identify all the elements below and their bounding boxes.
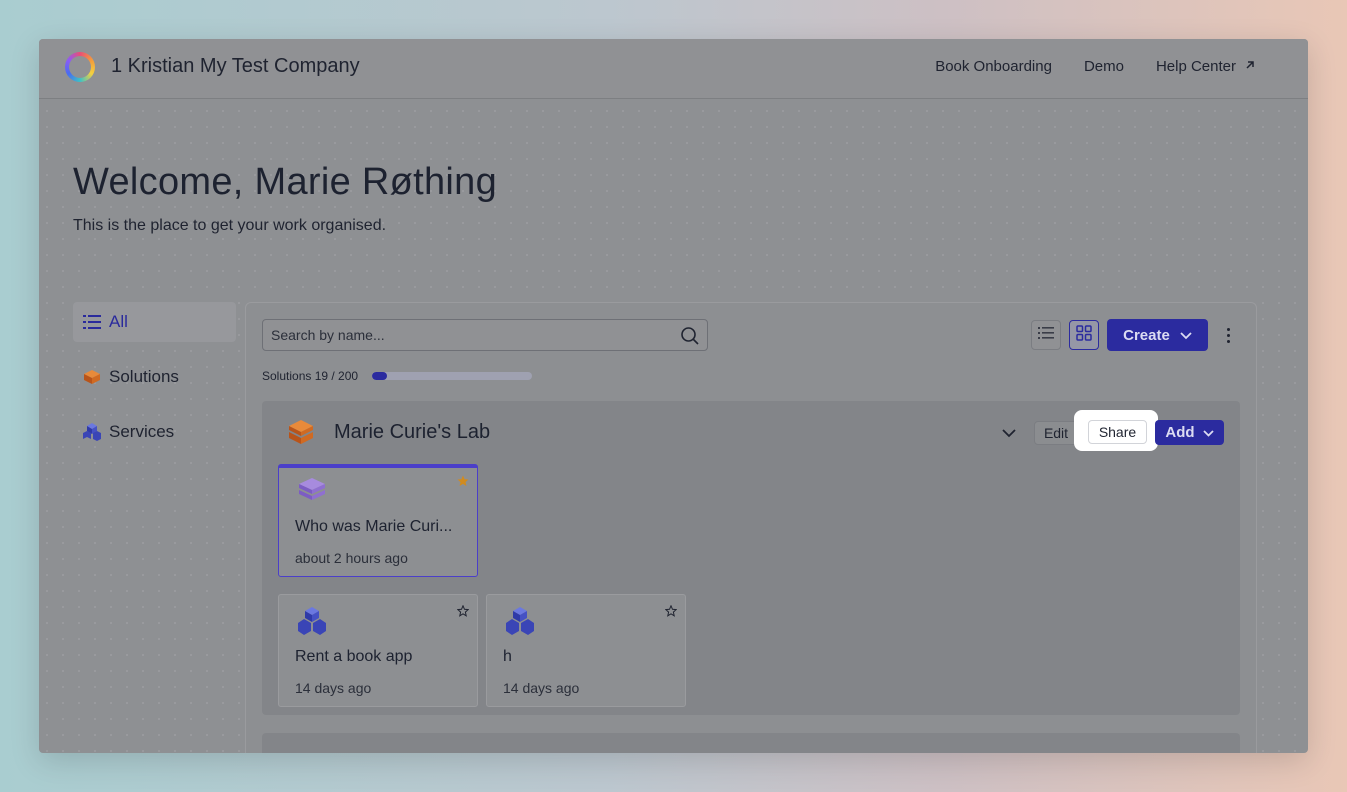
demo-link[interactable]: Demo — [1084, 58, 1124, 75]
usage-bar-fill — [372, 372, 388, 380]
create-button[interactable]: Create — [1107, 319, 1208, 351]
service-cubes-icon — [297, 606, 327, 641]
company-logo-icon[interactable] — [65, 52, 95, 82]
help-center-label: Help Center — [1155, 58, 1236, 75]
next-solution-group — [262, 733, 1240, 753]
sidebar-item-label: Services — [109, 422, 175, 441]
search-input[interactable] — [263, 320, 663, 350]
solution-layers-icon — [286, 417, 316, 452]
app-window: 1 Kristian My Test Company Book Onboardi… — [39, 39, 1308, 753]
search-box — [262, 319, 708, 351]
card-title: Who was Marie Curi... — [295, 518, 453, 535]
edit-button[interactable]: Edit — [1034, 421, 1078, 445]
purple-layers-icon — [297, 476, 327, 507]
card-title: h — [503, 648, 512, 665]
star-outline-icon[interactable] — [456, 604, 470, 622]
sidebar-item-label: Solutions — [109, 367, 179, 386]
solution-card[interactable]: Who was Marie Curi... about 2 hours ago — [278, 464, 478, 577]
sidebar-item-solutions[interactable]: Solutions — [73, 357, 236, 397]
more-options-icon[interactable] — [1220, 325, 1236, 345]
sidebar-item-services[interactable]: Services — [73, 412, 236, 452]
help-center-link[interactable]: Help Center — [1156, 58, 1256, 75]
collapse-chevron-icon[interactable] — [1002, 425, 1016, 443]
top-bar: 1 Kristian My Test Company Book Onboardi… — [39, 39, 1308, 99]
card-timestamp: 14 days ago — [295, 680, 372, 696]
solutions-usage-label: Solutions 19 / 200 — [262, 369, 359, 383]
create-label: Create — [1123, 326, 1170, 344]
grid-view-icon — [1076, 324, 1092, 346]
card-timestamp: about 2 hours ago — [295, 550, 408, 566]
add-label: Add — [1165, 424, 1195, 441]
group-title[interactable]: Marie Curie's Lab — [334, 421, 490, 444]
solution-layers-icon — [82, 367, 102, 387]
main-panel: Solutions 19 / 200 Create Marie Curie's … — [245, 302, 1257, 753]
card-timestamp: 14 days ago — [503, 680, 580, 696]
service-card[interactable]: Rent a book app 14 days ago — [278, 594, 478, 707]
star-filled-icon[interactable] — [457, 474, 469, 492]
share-button[interactable]: Share — [1088, 420, 1147, 444]
card-title: Rent a book app — [295, 648, 413, 665]
sidebar-item-label: All — [109, 312, 128, 331]
sidebar: All Solutions Services — [73, 302, 236, 467]
company-name[interactable]: 1 Kristian My Test Company — [111, 55, 360, 78]
top-links: Book Onboarding Demo Help Center — [935, 58, 1256, 75]
list-view-icon — [1038, 326, 1054, 345]
page-subtitle: This is the place to get your work organ… — [73, 217, 387, 234]
chevron-down-icon — [1180, 327, 1192, 344]
star-outline-icon[interactable] — [664, 604, 678, 622]
chevron-down-icon — [1202, 424, 1214, 441]
solution-group: Marie Curie's Lab Edit Share Add Who was… — [262, 401, 1240, 715]
add-button[interactable]: Add — [1155, 420, 1224, 445]
service-card[interactable]: h 14 days ago — [486, 594, 686, 707]
search-icon[interactable] — [680, 326, 700, 351]
sidebar-item-all[interactable]: All — [73, 302, 236, 342]
grid-view-button[interactable] — [1069, 320, 1099, 350]
solutions-usage-bar — [372, 372, 532, 380]
list-view-button[interactable] — [1031, 320, 1061, 350]
page-title: Welcome, Marie Røthing — [73, 161, 498, 203]
arrow-up-right-icon — [1244, 58, 1256, 75]
service-cubes-icon — [82, 422, 102, 442]
service-cubes-icon — [505, 606, 535, 641]
book-onboarding-link[interactable]: Book Onboarding — [935, 58, 1052, 75]
list-icon — [82, 312, 102, 332]
